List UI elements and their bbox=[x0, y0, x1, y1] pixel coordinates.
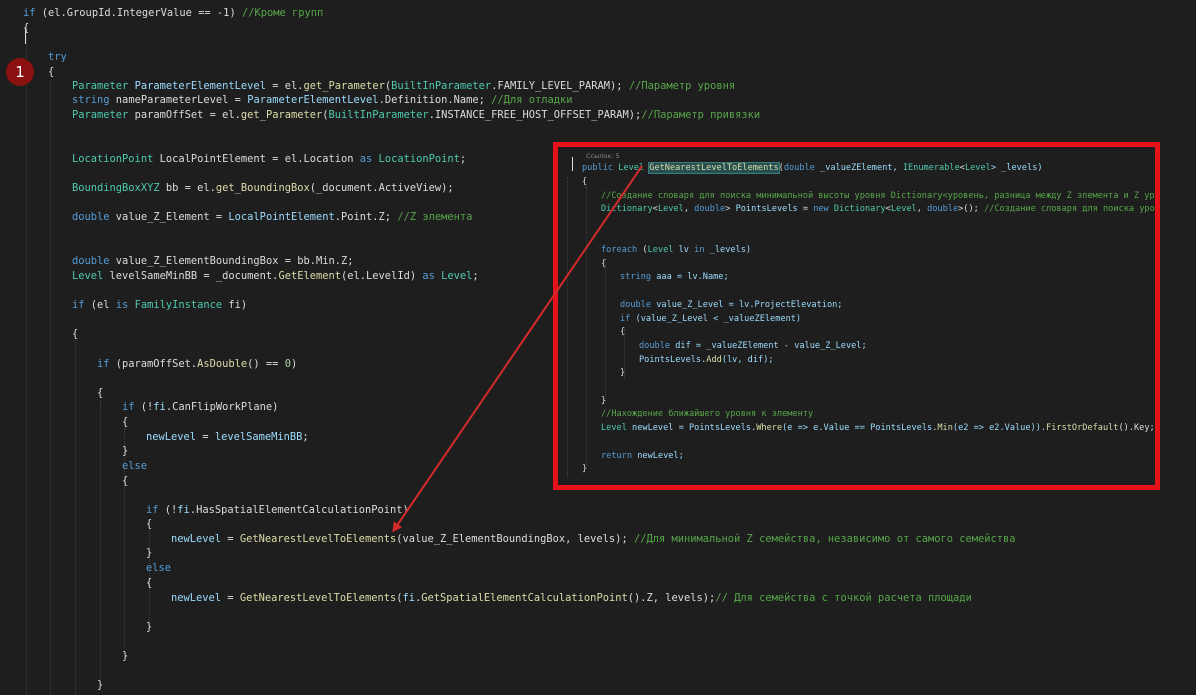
code-line[interactable]: else bbox=[146, 561, 171, 576]
method-name-highlight: GetNearestLevelToElements bbox=[648, 162, 780, 174]
code-line[interactable]: //Создание словаря для поиска минимально… bbox=[601, 190, 1155, 202]
code-line[interactable]: double value_Z_Level = lv.ProjectElevati… bbox=[620, 299, 842, 311]
indent-guide bbox=[75, 340, 76, 695]
code-line[interactable]: public Level GetNearestLevelToElements(d… bbox=[582, 162, 1043, 174]
code-line[interactable]: newLevel = levelSameMinBB; bbox=[146, 430, 309, 445]
code-line[interactable]: { bbox=[146, 517, 152, 532]
code-line[interactable]: double value_Z_ElementBoundingBox = bb.M… bbox=[72, 254, 354, 269]
code-line[interactable]: try bbox=[48, 50, 67, 65]
code-line[interactable]: PointsLevels.Add(lv, dif); bbox=[639, 354, 774, 366]
indent-guide bbox=[100, 400, 101, 680]
code-line[interactable]: Level levelSameMinBB = _document.GetElem… bbox=[72, 269, 479, 284]
code-line[interactable]: Level newLevel = PointsLevels.Where(e =>… bbox=[601, 422, 1155, 434]
code-line[interactable]: else bbox=[122, 459, 147, 474]
code-line[interactable]: if (value_Z_Level < _valueZElement) bbox=[620, 313, 801, 325]
code-line[interactable]: { bbox=[97, 386, 103, 401]
step-number-badge: 1 bbox=[6, 58, 34, 86]
code-line[interactable]: foreach (Level lv in _levels) bbox=[601, 244, 751, 256]
code-line[interactable]: Parameter paramOffSet = el.get_Parameter… bbox=[72, 108, 760, 123]
code-line[interactable]: } bbox=[97, 678, 103, 693]
code-line[interactable]: if (!fi.CanFlipWorkPlane) bbox=[122, 400, 278, 415]
code-line[interactable]: if (!fi.HasSpatialElementCalculationPoin… bbox=[146, 503, 409, 518]
references-count[interactable]: Ссылок: 5 bbox=[586, 152, 620, 160]
code-line[interactable]: BoundingBoxXYZ bb = el.get_BoundingBox(_… bbox=[72, 181, 454, 196]
code-line[interactable]: { bbox=[122, 415, 128, 430]
code-line[interactable]: } bbox=[146, 620, 152, 635]
code-line[interactable]: } bbox=[146, 546, 152, 561]
code-line[interactable]: } bbox=[122, 649, 128, 664]
code-line[interactable]: { bbox=[582, 176, 587, 188]
code-line[interactable]: } bbox=[582, 463, 587, 475]
method-definition-callout: Ссылок: 5 public Level GetNearestLevelTo… bbox=[553, 142, 1160, 490]
code-line[interactable]: } bbox=[620, 367, 625, 379]
code-line[interactable]: { bbox=[601, 258, 606, 270]
code-line[interactable]: //Нахождение ближайшего уровня к элемент… bbox=[601, 408, 813, 420]
code-line[interactable]: if (paramOffSet.AsDouble() == 0) bbox=[97, 357, 297, 372]
code-line[interactable]: if (el.GroupId.IntegerValue == -1) //Кро… bbox=[23, 6, 323, 21]
code-line[interactable]: string aaa = lv.Name; bbox=[620, 271, 729, 283]
code-line[interactable]: newLevel = GetNearestLevelToElements(fi.… bbox=[171, 591, 972, 606]
code-line[interactable]: { bbox=[146, 576, 152, 591]
code-line[interactable]: { bbox=[122, 474, 128, 489]
code-line[interactable]: Dictionary<Level, double> PointsLevels =… bbox=[601, 203, 1155, 215]
code-line[interactable]: } bbox=[601, 395, 606, 407]
code-editor[interactable]: 1 if (el.GroupId.IntegerValue == -1) //К… bbox=[0, 0, 1196, 695]
indent-guide bbox=[567, 177, 568, 477]
code-line[interactable]: LocationPoint LocalPointElement = el.Loc… bbox=[72, 152, 466, 167]
indent-guide bbox=[586, 187, 587, 467]
indent-guide bbox=[50, 80, 51, 695]
code-line[interactable]: newLevel = GetNearestLevelToElements(val… bbox=[171, 532, 1016, 547]
code-line[interactable]: string nameParameterLevel = ParameterEle… bbox=[72, 93, 573, 108]
code-line[interactable]: if (el is FamilyInstance fi) bbox=[72, 298, 247, 313]
code-line[interactable]: Parameter ParameterElementLevel = el.get… bbox=[72, 79, 735, 94]
code-line[interactable]: { bbox=[620, 326, 625, 338]
code-line[interactable]: return newLevel; bbox=[601, 450, 684, 462]
indent-guide bbox=[26, 36, 27, 695]
code-line[interactable]: double dif = _valueZElement - value_Z_Le… bbox=[639, 340, 867, 352]
indent-guide bbox=[605, 259, 606, 401]
code-line[interactable]: double value_Z_Element = LocalPointEleme… bbox=[72, 210, 472, 225]
code-line[interactable]: { bbox=[72, 327, 78, 342]
code-line[interactable]: { bbox=[23, 21, 29, 36]
code-line[interactable]: { bbox=[48, 65, 54, 80]
text-cursor bbox=[572, 157, 573, 171]
code-line[interactable]: } bbox=[122, 444, 128, 459]
